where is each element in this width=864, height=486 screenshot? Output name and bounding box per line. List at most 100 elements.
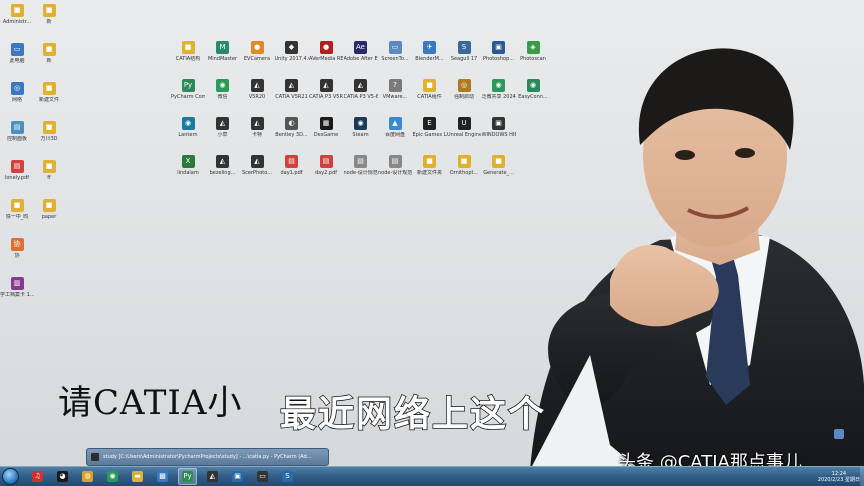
taskbar: ♫ ◕ ◍ ◉ ▬ ▩ Py ◭ ▣ ▭ S 12:24 2020/2/23 星期日 bbox=[0, 466, 864, 486]
desktop-icon-label: Unity 2017.4.0... bbox=[274, 56, 309, 62]
folder-icon: ■ bbox=[42, 82, 56, 95]
desktop-icon[interactable]: Py PyCharm Communit... bbox=[171, 79, 205, 100]
desktop-icon-label: Steam bbox=[352, 132, 369, 138]
desktop-icon[interactable]: ◭ ScerPhoto... bbox=[240, 155, 274, 176]
desktop-icon[interactable]: ◉ Steam bbox=[344, 117, 378, 138]
taskbar-button-network-app[interactable]: ▩ bbox=[153, 468, 172, 485]
app-icon: ◎ bbox=[457, 79, 471, 92]
desktop-icon[interactable]: ◭ bezeling... bbox=[206, 155, 240, 176]
wechat-icon: ◉ bbox=[107, 471, 118, 482]
desktop-icon[interactable]: ? VMware... bbox=[378, 79, 412, 100]
desktop-icon[interactable]: ▤ 控制面板 bbox=[0, 121, 34, 142]
taskbar-button-screenshot[interactable]: ▣ bbox=[228, 468, 247, 485]
desktop-icon[interactable]: ◭ 小草 bbox=[206, 117, 240, 138]
desktop-icon[interactable]: ▭ ScreenTo... bbox=[378, 41, 412, 62]
desktop-icon[interactable]: M MindMaster bbox=[206, 41, 240, 62]
desktop-icon[interactable]: ■ paper bbox=[32, 199, 66, 220]
pycharm-icon: Py bbox=[182, 471, 193, 482]
after-effects-icon: Ae bbox=[354, 41, 367, 54]
desktop-icon-label: lindalam bbox=[177, 170, 199, 176]
desktop-icon-label: DesGame bbox=[313, 132, 339, 138]
desktop-icon[interactable]: Ae Adobe After Effects CC ... bbox=[344, 41, 378, 62]
desktop-icon[interactable]: ■ 新 bbox=[32, 4, 66, 25]
desktop-icon-label: Epic Games Launcher bbox=[412, 132, 447, 138]
taskbar-button-qq[interactable]: ◕ bbox=[53, 468, 72, 485]
taskbar-button-seagull[interactable]: S bbox=[278, 468, 297, 485]
file-icon: ▤ bbox=[354, 155, 367, 168]
desktop-icon-label: PyCharm Communit... bbox=[171, 94, 205, 100]
desktop-icon[interactable]: ▦ DesGame bbox=[309, 117, 343, 138]
desktop-icon[interactable]: ■ CATIA结构 bbox=[171, 41, 205, 62]
desktop-icon[interactable]: ■ ff bbox=[32, 160, 66, 181]
pdf-icon: ▤ bbox=[319, 155, 333, 168]
epic-games-icon: E bbox=[423, 117, 436, 130]
taskbar-button-netease-music[interactable]: ♫ bbox=[28, 468, 47, 485]
desktop-icon[interactable]: ▤ day2.pdf bbox=[309, 155, 343, 176]
desktop-icon[interactable]: ▤ node-设计规范-文档分享... bbox=[344, 155, 378, 176]
desktop-icon-label: bezeling... bbox=[209, 170, 236, 176]
desktop-icon[interactable]: ▤ node-设计规范-视频.mp4 bbox=[378, 155, 412, 176]
subtitle-line-1: 请CATIA小 bbox=[58, 383, 243, 423]
desktop-icon[interactable]: ■ 新 bbox=[32, 43, 66, 64]
desktop-icon[interactable]: ▤ lonely.pdf bbox=[0, 160, 34, 181]
taskbar-button-file-explorer[interactable]: ▬ bbox=[128, 468, 147, 485]
desktop-icon[interactable]: ■ 新建文件夹 bbox=[413, 155, 447, 176]
desktop-icon-label: 卡特 bbox=[251, 132, 262, 138]
excel-icon: X bbox=[181, 155, 195, 168]
desktop-icon[interactable]: ▭ 此电脑 bbox=[0, 43, 34, 64]
desktop-icon[interactable]: ◉ Lantern bbox=[171, 117, 205, 138]
folder-icon: ■ bbox=[423, 79, 436, 92]
app-icon[interactable] bbox=[833, 428, 845, 440]
desktop-icon[interactable]: ◆ Unity 2017.4.0... bbox=[275, 41, 309, 62]
desktop-icon[interactable]: ■ Administr... bbox=[0, 4, 34, 25]
desktop-icon-label: CATIA V5R21 bbox=[275, 94, 308, 100]
desktop-icon[interactable]: ● AVerMedia RECentral bbox=[309, 41, 343, 62]
desktop-icon[interactable]: ◭ V5R20 bbox=[240, 79, 274, 100]
taskbar-button-chrome[interactable]: ◍ bbox=[78, 468, 97, 485]
desktop-icon-label: node-设计规范-文档分享... bbox=[343, 170, 378, 176]
desktop-icon-label: VMware... bbox=[382, 94, 408, 100]
desktop-icon-label: 百度网盘 bbox=[384, 132, 405, 138]
catia-icon: ◭ bbox=[250, 79, 264, 92]
desktop-icon[interactable]: ◉ 微信 bbox=[206, 79, 240, 100]
catia-icon: ◭ bbox=[216, 117, 229, 130]
desktop-icon[interactable]: ◭ 卡特 bbox=[240, 117, 274, 138]
desktop-icon[interactable]: ■ 新建文件 bbox=[32, 82, 66, 103]
desktop-icon-label: 协 bbox=[14, 253, 20, 259]
desktop-icon[interactable]: ◭ CATIA P3 V5R21 bbox=[309, 79, 343, 100]
taskbar-button-pycharm[interactable]: Py bbox=[178, 468, 197, 485]
desktop-icon[interactable]: ✈ BlenderM... bbox=[413, 41, 447, 62]
wechat-icon: ◉ bbox=[216, 79, 229, 92]
taskbar-button-catia[interactable]: ◭ bbox=[203, 468, 222, 485]
blender-icon: ✈ bbox=[423, 41, 436, 54]
start-button[interactable] bbox=[2, 468, 19, 485]
desktop-icon[interactable]: ◐ Bentley 3D... bbox=[275, 117, 309, 138]
desktop-icon[interactable]: ◭ CATIA P3 V5-6R2014 bbox=[344, 79, 378, 100]
taskbar-button-terminal[interactable]: ▭ bbox=[253, 468, 272, 485]
desktop-icon[interactable]: Xlindalam bbox=[171, 155, 205, 176]
desktop-icon[interactable]: E Epic Games Launcher bbox=[413, 117, 447, 138]
folder-icon: ■ bbox=[423, 155, 436, 168]
baidu-netdisk-icon: ▲ bbox=[388, 117, 402, 130]
desktop-icon[interactable]: ◭ CATIA V5R21 bbox=[275, 79, 309, 100]
desktop-icon[interactable]: ▥ 学工档案卡 1... bbox=[0, 277, 34, 298]
control-panel-icon: ▤ bbox=[10, 121, 24, 134]
show-desktop-button[interactable] bbox=[860, 467, 864, 486]
catia-icon: ◭ bbox=[216, 155, 229, 168]
pycharm-icon bbox=[91, 453, 99, 461]
network-app-icon: ▩ bbox=[157, 471, 168, 482]
taskbar-preview[interactable]: study [C:\Users\Administrator\PycharmPro… bbox=[86, 448, 329, 466]
desktop-icon[interactable]: ◎ 网络 bbox=[0, 82, 34, 103]
desktop-icon-label: lonely.pdf bbox=[4, 175, 30, 181]
desktop-icon[interactable]: ■ 铁一中_昀 bbox=[0, 199, 34, 220]
clock[interactable]: 12:24 2020/2/23 星期日 bbox=[818, 471, 860, 483]
desktop-icon[interactable]: ■ 万川3D bbox=[32, 121, 66, 142]
desktop-icon[interactable]: ● EVCamera bbox=[240, 41, 274, 62]
desktop-icon[interactable]: ▲ 百度网盘 bbox=[378, 117, 412, 138]
desktop-icon[interactable]: ▤ day1.pdf bbox=[275, 155, 309, 176]
desktop-icon[interactable]: ■ CATIA组件 bbox=[413, 79, 447, 100]
desktop-icon[interactable]: 协协 bbox=[0, 238, 34, 259]
taskbar-button-wechat[interactable]: ◉ bbox=[103, 468, 122, 485]
desktop-icon-label: Administr... bbox=[2, 19, 32, 25]
catia-icon: ◭ bbox=[207, 471, 218, 482]
